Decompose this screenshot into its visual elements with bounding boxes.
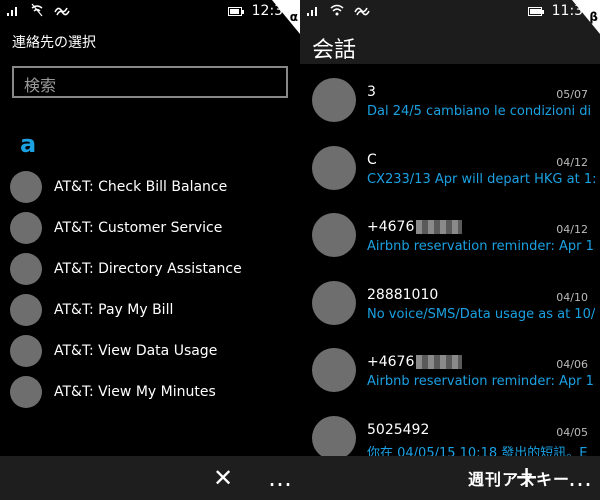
watermark: 週刊アスキー bbox=[467, 470, 570, 489]
status-icons bbox=[306, 3, 370, 17]
avatar bbox=[10, 293, 42, 326]
page-title: 連絡先の選択 bbox=[12, 35, 96, 51]
conversation-sender: +4676 bbox=[367, 219, 463, 235]
avatar bbox=[10, 375, 42, 408]
redacted-number-mask bbox=[416, 220, 463, 234]
conversation-date: 04/10 bbox=[556, 290, 588, 304]
avatar bbox=[312, 348, 356, 392]
conversation-preview: Airbnb reservation reminder: Apr 13 bbox=[367, 374, 595, 389]
avatar bbox=[312, 280, 356, 325]
contact-name: AT&T: View Data Usage bbox=[54, 342, 218, 359]
conversation-date: 04/12 bbox=[556, 155, 588, 169]
page-title: 会話 bbox=[312, 38, 357, 63]
battery-icon bbox=[227, 6, 244, 16]
list-item[interactable]: AT&T: Pay My Bill bbox=[10, 289, 300, 330]
conversation-item[interactable]: +4676 04/12 Airbnb reservation reminder:… bbox=[300, 207, 600, 275]
wifi-icon bbox=[330, 4, 344, 16]
corner-badge-label: β bbox=[589, 10, 598, 24]
conversation-preview: CX233/13 Apr will depart HKG at 1:0 bbox=[367, 171, 595, 187]
more-button[interactable]: … bbox=[268, 464, 292, 492]
more-button[interactable]: … bbox=[568, 464, 592, 492]
corner-badge-label: α bbox=[289, 10, 298, 24]
conversation-item[interactable]: +4676 04/06 Airbnb reservation reminder:… bbox=[300, 342, 600, 410]
list-item[interactable]: AT&T: View Data Usage bbox=[10, 330, 300, 371]
conversation-sender: 5025492 bbox=[367, 421, 430, 438]
conversation-list: 3 05/07 Dal 24/5 cambiano le condizioni … bbox=[300, 72, 600, 477]
contact-list: AT&T: Check Bill Balance AT&T: Customer … bbox=[10, 166, 300, 412]
conversations-screen: 11:37 β 会話 3 05/07 Dal 24/5 cambiano le … bbox=[300, 0, 600, 500]
vibrate-icon bbox=[54, 7, 70, 16]
contact-name: AT&T: Pay My Bill bbox=[54, 301, 174, 318]
search-input[interactable]: 検索 bbox=[12, 66, 288, 98]
avatar bbox=[10, 252, 42, 285]
list-item[interactable]: AT&T: View My Minutes bbox=[10, 371, 300, 412]
conversation-item[interactable]: 3 05/07 Dal 24/5 cambiano le condizioni … bbox=[300, 72, 600, 140]
signal-icon bbox=[7, 7, 17, 16]
avatar bbox=[312, 145, 356, 190]
contact-name: AT&T: Customer Service bbox=[54, 219, 223, 236]
conversation-item[interactable]: 28881010 04/10 No voice/SMS/Data usage a… bbox=[300, 275, 600, 343]
conversation-sender-number: +4676 bbox=[367, 354, 415, 370]
status-icons bbox=[6, 3, 70, 17]
avatar bbox=[312, 213, 356, 257]
wifi-off-icon bbox=[31, 3, 43, 17]
status-bar: 12:39 bbox=[0, 0, 300, 24]
conversation-preview: Dal 24/5 cambiano le condizioni di M bbox=[367, 104, 595, 119]
avatar bbox=[312, 415, 356, 460]
conversation-preview: Airbnb reservation reminder: Apr 13 bbox=[367, 239, 595, 254]
signal-icon bbox=[307, 7, 317, 16]
contact-picker-screen: 12:39 α 連絡先の選択 検索 a AT&T: Check Bill Bal… bbox=[0, 0, 300, 500]
conversation-preview: No voice/SMS/Data usage as at 10/0 bbox=[367, 306, 595, 322]
list-item[interactable]: AT&T: Check Bill Balance bbox=[10, 166, 300, 207]
avatar bbox=[312, 78, 356, 122]
close-button[interactable]: ✕ bbox=[213, 464, 233, 492]
conversation-sender: +4676 bbox=[367, 354, 463, 370]
avatar bbox=[10, 170, 42, 203]
conversation-date: 05/07 bbox=[556, 88, 588, 101]
list-item[interactable]: AT&T: Directory Assistance bbox=[10, 248, 300, 289]
avatar bbox=[10, 334, 42, 367]
avatar bbox=[10, 211, 42, 244]
contact-name: AT&T: View My Minutes bbox=[54, 383, 216, 400]
battery-icon bbox=[527, 6, 544, 16]
list-item[interactable]: AT&T: Customer Service bbox=[10, 207, 300, 248]
vibrate-icon bbox=[354, 7, 370, 16]
redacted-number-mask bbox=[416, 355, 463, 369]
contact-name: AT&T: Check Bill Balance bbox=[54, 178, 228, 195]
conversation-sender-number: +4676 bbox=[367, 219, 415, 235]
conversation-date: 04/06 bbox=[556, 358, 588, 371]
conversation-sender: 3 bbox=[367, 84, 376, 100]
conversation-item[interactable]: C 04/12 CX233/13 Apr will depart HKG at … bbox=[300, 140, 600, 208]
conversation-date: 04/12 bbox=[556, 223, 588, 236]
conversation-sender: 28881010 bbox=[367, 286, 439, 303]
group-header-a[interactable]: a bbox=[20, 130, 36, 158]
conversation-date: 04/05 bbox=[556, 425, 588, 439]
status-bar: 11:37 bbox=[300, 0, 600, 24]
conversation-sender: C bbox=[367, 151, 377, 168]
contact-name: AT&T: Directory Assistance bbox=[54, 260, 242, 277]
